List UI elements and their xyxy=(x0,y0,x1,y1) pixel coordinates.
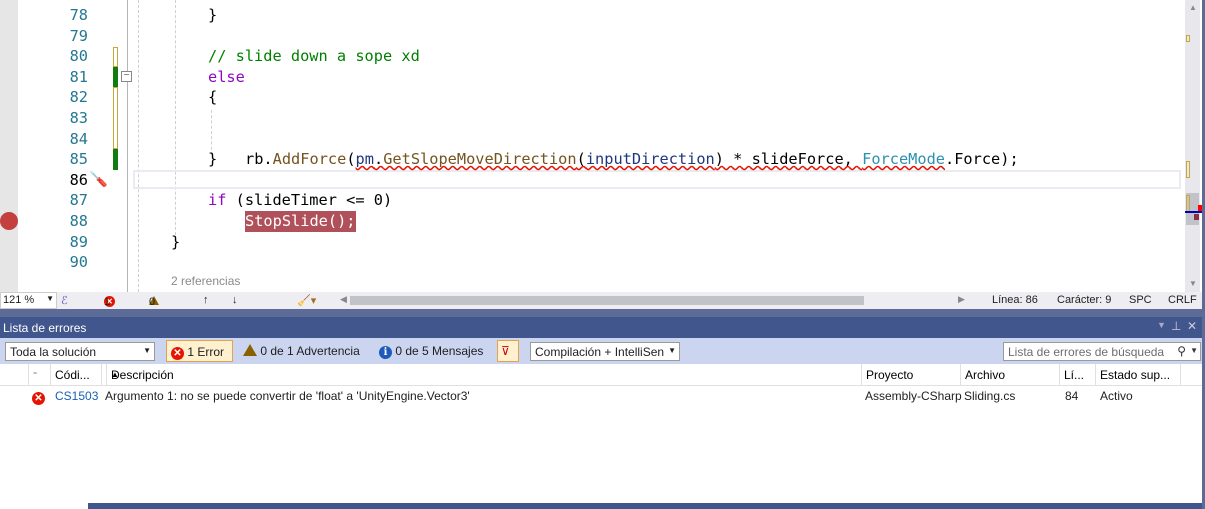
code-comment: // slide down a sope xd xyxy=(208,47,420,66)
error-list-toolbar: Toda la solución ▼ ✕ 1 Error 0 de 1 Adver… xyxy=(0,338,1205,364)
whitespace-indicator[interactable]: SPC xyxy=(1129,294,1152,306)
code-editor[interactable]: − 🪛 77 78} 79 80// slide down a sope xd … xyxy=(0,0,1205,292)
error-list-title-bar: Lista de errores ▼ ⊥ ✕ xyxy=(0,317,1205,338)
close-icon[interactable]: ✕ xyxy=(1187,319,1197,333)
error-list-header: ⁼ Códi... Descripción ▲ Proyecto Archivo… xyxy=(0,364,1205,386)
column-suppression-state[interactable]: Estado sup... xyxy=(1095,364,1180,386)
line-number: 87 xyxy=(69,191,88,210)
line-number: 81 xyxy=(69,67,88,86)
next-issue-icon[interactable]: ↓ xyxy=(232,294,238,306)
line-indicator[interactable]: Línea: 86 xyxy=(992,294,1038,306)
window-menu-icon[interactable]: ▼ xyxy=(1157,320,1166,330)
column-code[interactable]: Códi... xyxy=(50,364,101,386)
column-project[interactable]: Proyecto xyxy=(861,364,960,386)
scroll-down-icon[interactable]: ▼ xyxy=(1189,279,1197,288)
error-state: Activo xyxy=(1100,389,1133,403)
line-number: 89 xyxy=(69,232,88,251)
column-file[interactable]: Archivo xyxy=(960,364,1059,386)
line-number: 82 xyxy=(69,88,88,107)
scroll-up-icon[interactable]: ▲ xyxy=(1189,3,1197,12)
line-number: 84 xyxy=(69,129,88,148)
pin-icon[interactable]: ⊥ xyxy=(1171,319,1181,333)
scroll-right-icon[interactable]: ▶ xyxy=(958,294,965,305)
horizontal-scroll-thumb[interactable] xyxy=(350,296,864,305)
health-icon[interactable]: ℰ xyxy=(61,294,68,307)
search-input[interactable]: Lista de errores de búsqueda ⚲ ▼ xyxy=(1003,342,1201,361)
line-number: 80 xyxy=(69,47,88,66)
splitter[interactable] xyxy=(0,309,1205,317)
error-file: Sliding.cs xyxy=(964,389,1016,403)
code-line: } xyxy=(208,150,218,169)
code-line: if (slideTimer <= 0) xyxy=(208,191,393,210)
breakpoint-line: StopSlide(); xyxy=(245,211,356,232)
search-icon[interactable]: ⚲ xyxy=(1177,344,1186,358)
messages-filter-button[interactable]: i 0 de 5 Mensajes xyxy=(375,340,487,362)
scope-dropdown[interactable]: Toda la solución ▼ xyxy=(5,342,155,361)
sort-ascending-icon: ▲ xyxy=(106,364,119,386)
error-description: Argumento 1: no se puede convertir de 'f… xyxy=(105,389,470,403)
table-row[interactable]: ✕ CS1503 Argumento 1: no se puede conver… xyxy=(0,386,1205,406)
zoom-dropdown[interactable]: 121 % ▼ xyxy=(0,292,57,309)
line-ending-indicator[interactable]: CRLF xyxy=(1168,294,1197,306)
error-project: Assembly-CSharp xyxy=(865,389,962,403)
editor-status-bar: 121 % ▼ ℰ ✕ 1 0 ↑ ↓ 🧹▾ ◀ ▶ Línea: 86 Cará… xyxy=(0,292,1205,309)
line-number: 79 xyxy=(69,26,88,45)
error-line: 84 xyxy=(1065,389,1079,403)
error-code-link[interactable]: CS1503 xyxy=(55,389,98,403)
column-line[interactable]: Lí... xyxy=(1059,364,1095,386)
filter-icon[interactable]: ⊽ xyxy=(497,340,519,362)
error-list-title: Lista de errores xyxy=(3,321,87,335)
column-filter-icon[interactable]: ⁼ xyxy=(28,364,50,386)
warnings-filter-button[interactable]: 0 de 1 Advertencia xyxy=(239,340,364,362)
previous-issue-icon[interactable]: ↑ xyxy=(203,294,209,306)
scroll-left-icon[interactable]: ◀ xyxy=(340,294,347,305)
char-indicator[interactable]: Carácter: 9 xyxy=(1057,294,1111,306)
errors-filter-button[interactable]: ✕ 1 Error xyxy=(166,340,233,362)
code-cleanup-icon[interactable]: 🧹▾ xyxy=(297,294,316,307)
line-number-current: 86 xyxy=(69,170,88,189)
code-line: } xyxy=(171,232,181,251)
code-line: } xyxy=(208,6,218,24)
codelens-references[interactable]: 2 referencias xyxy=(171,274,240,288)
line-number: 85 xyxy=(69,150,88,169)
build-filter-dropdown[interactable]: Compilación + IntelliSen ▼ xyxy=(530,342,680,361)
bottom-border xyxy=(88,503,1205,509)
code-line: else xyxy=(208,67,245,86)
line-number: 78 xyxy=(69,6,88,24)
line-number: 90 xyxy=(69,253,88,272)
vertical-scrollbar[interactable]: ▲ ▼ xyxy=(1185,0,1203,292)
code-line: { xyxy=(208,88,218,107)
column-description[interactable]: Descripción ▲ xyxy=(101,364,861,386)
line-number: 83 xyxy=(69,109,88,127)
line-number: 88 xyxy=(69,212,88,230)
